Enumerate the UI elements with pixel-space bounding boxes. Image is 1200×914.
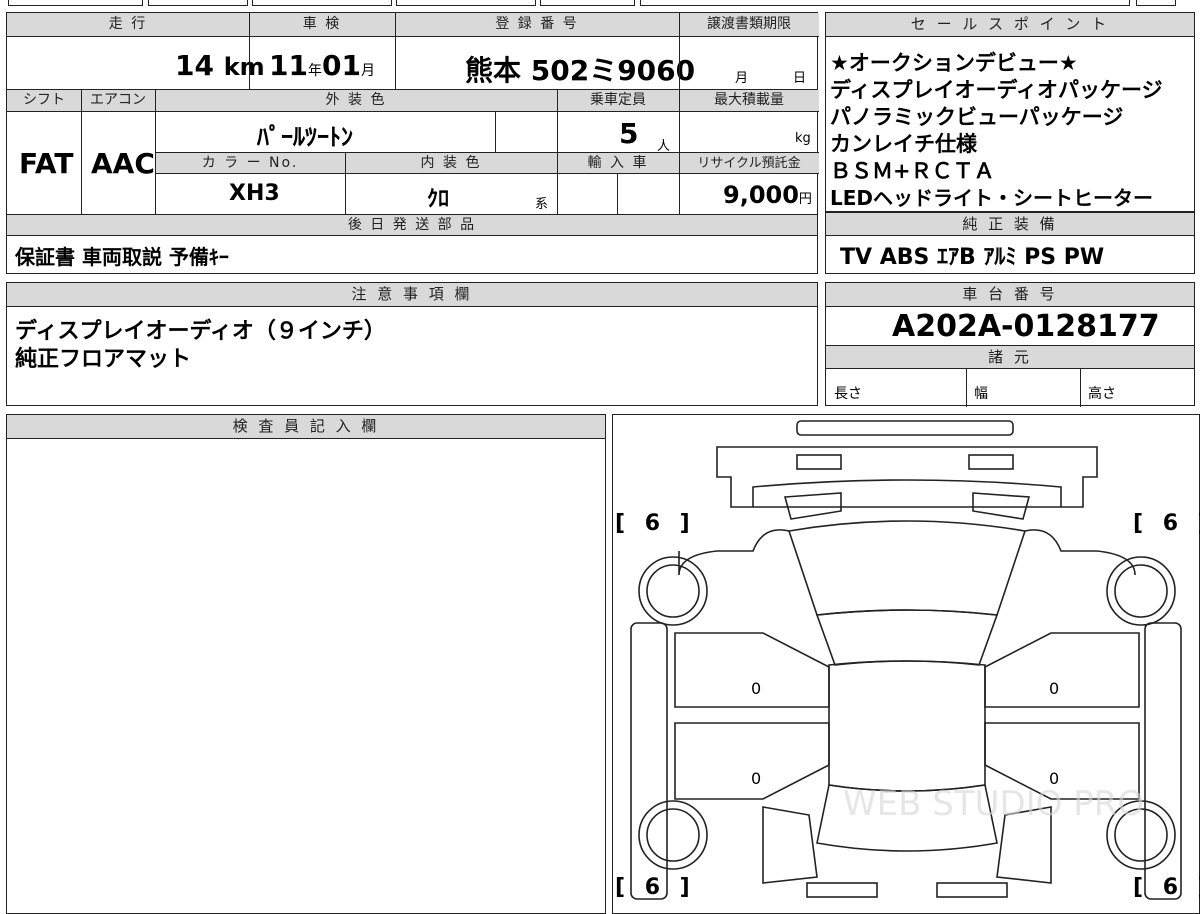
mileage-header: 走 行 (7, 13, 249, 37)
tire-depth-rear-right: [ 6 ] (1133, 875, 1200, 900)
tire-depth-front-right: [ 6 ] (1133, 511, 1200, 536)
front-grille-right (972, 492, 1031, 520)
windshield (815, 609, 999, 666)
right-front-wheel (1106, 556, 1176, 626)
transfer-month-unit: 月 (735, 71, 749, 86)
capacity-value: 5 (619, 117, 639, 150)
later-parts-value: 保証書 車両取説 予備ｷｰ (15, 245, 229, 269)
left-front-door-mark: 0 (751, 679, 762, 698)
max-load-header: 最大積載量 (679, 90, 819, 112)
car-diagram: WEB STUDIO PRO (630, 420, 1182, 900)
spec-height-label: 高さ (1088, 386, 1116, 402)
hood (787, 520, 1027, 616)
interior-color-suffix: 系 (535, 197, 549, 212)
max-load-unit: kg (795, 131, 811, 146)
spec-length-label: 長さ (834, 386, 862, 402)
left-rear-door-mark: 0 (751, 769, 762, 788)
spec-width-label: 幅 (974, 386, 988, 402)
standard-equipment-panel: 純 正 装 備 TV ABS ｴｱB ｱﾙﾐ PS PW (825, 212, 1195, 274)
inspection-header: 車 検 (249, 13, 395, 37)
later-parts-header: 後 日 発 送 部 品 (7, 214, 817, 236)
sales-points-header: セ ー ル ス ポ イ ン ト (826, 13, 1194, 37)
interior-color-value: ｸﾛ (427, 187, 450, 212)
interior-color-header: 内 装 色 (345, 152, 557, 174)
shift-value: FAT (19, 147, 74, 180)
recycle-value: 9,000円 (723, 181, 812, 209)
sales-point-item: パノラミックビューパッケージ (830, 105, 1124, 129)
color-no-header: カ ラ ー No. (155, 152, 345, 174)
left-rear-wheel (638, 800, 708, 870)
shift-header: シフト (7, 90, 81, 112)
tire-depth-front-left: [ 6 ] (615, 511, 696, 536)
left-headlight (796, 454, 842, 470)
exterior-color-value: ﾊﾟｰﾙﾂｰﾄﾝ (257, 123, 353, 151)
front-grille-left (783, 492, 842, 520)
right-front-fender (1144, 622, 1182, 900)
chassis-number: A202A-0128177 (892, 309, 1160, 344)
import-header: 輸 入 車 (557, 152, 679, 174)
specs-header: 諸 元 (826, 345, 1194, 369)
standard-equipment-value: TV ABS ｴｱB ｱﾙﾐ PS PW (840, 245, 1105, 270)
registration-value: 熊本 502ミ9060 (465, 54, 696, 87)
notes-header: 注 意 事 項 欄 (7, 283, 817, 307)
inspector-header: 検 査 員 記 入 欄 (7, 415, 605, 439)
color-no-value: XH3 (229, 181, 280, 206)
roof (828, 660, 986, 792)
sales-point-item: LEDヘッドライト・シートヒーター (830, 186, 1154, 210)
ac-header: エアコン (81, 90, 155, 112)
note-line: 純正フロアマット (15, 347, 192, 372)
registration-header: 登 録 番 号 (395, 13, 679, 37)
right-front-door (984, 632, 1140, 708)
transfer-deadline-header: 譲渡書類期限 (679, 13, 819, 37)
inspector-panel: 検 査 員 記 入 欄 (6, 414, 606, 914)
left-front-wheel (638, 556, 708, 626)
body-outline (678, 529, 1136, 576)
right-headlight (968, 454, 1014, 470)
capacity-header: 乗車定員 (557, 90, 679, 112)
transfer-day-unit: 日 (793, 71, 807, 86)
top-strip (0, 0, 1200, 6)
sales-points-panel: セ ー ル ス ポ イ ン ト ★オークションデビュー★ ディスプレイオーディオ… (825, 12, 1195, 212)
front-end (716, 446, 1098, 508)
right-rear-door-mark: 0 (1049, 769, 1060, 788)
watermark: WEB STUDIO PRO (843, 784, 1144, 824)
car-diagram-panel: WEB STUDIO PRO [ 6 ] [ 6 ] [ 6 ] [ 6 ] 0… (612, 414, 1200, 914)
sales-point-item: ディスプレイオーディオパッケージ (830, 78, 1163, 102)
exterior-color-header: 外 装 色 (155, 90, 557, 112)
ac-value: AAC (91, 147, 155, 180)
sales-point-item: カンレイチ仕様 (830, 132, 977, 156)
mileage-value: 14 km (175, 49, 265, 82)
notes-panel: 注 意 事 項 欄 ディスプレイオーディオ（９インチ） 純正フロアマット (6, 282, 818, 406)
chassis-header: 車 台 番 号 (826, 283, 1194, 307)
main-info-table: 走 行 車 検 登 録 番 号 譲渡書類期限 14 km 11年01月 熊本 5… (6, 12, 819, 274)
recycle-header: リサイクル預託金 (679, 152, 819, 174)
sales-point-item: ★オークションデビュー★ (830, 51, 1078, 75)
right-front-door-mark: 0 (1049, 679, 1060, 698)
standard-equipment-header: 純 正 装 備 (826, 213, 1194, 236)
chassis-panel: 車 台 番 号 A202A-0128177 諸 元 長さ 幅 高さ (825, 282, 1195, 407)
sales-point-item: ＢＳＭ+ＲＣＴＡ (830, 159, 995, 183)
tire-depth-rear-left: [ 6 ] (615, 875, 696, 900)
inspection-value: 11年01月 (269, 49, 375, 82)
front-bumper (796, 420, 1014, 436)
